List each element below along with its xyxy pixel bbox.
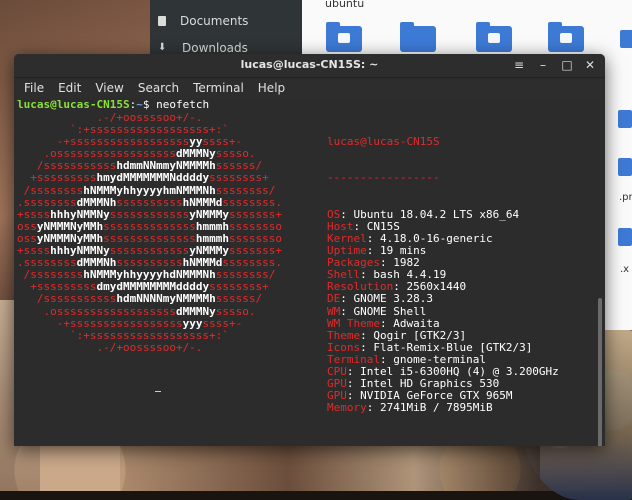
- maximize-button[interactable]: □: [558, 56, 576, 74]
- file-icon[interactable]: [618, 228, 632, 246]
- menu-search[interactable]: Search: [138, 81, 179, 95]
- wallpaper-art: [120, 440, 540, 491]
- info-value: Adwaita: [393, 316, 440, 330]
- info-label: Host: [327, 219, 354, 233]
- logo-line: .ossssssssssssssssssdMMMNysssso.: [17, 304, 256, 318]
- minimize-button[interactable]: –: [534, 56, 552, 74]
- info-label: Packages: [327, 256, 380, 270]
- template-icon: [488, 33, 500, 43]
- info-label: WM Theme: [327, 316, 380, 330]
- info-value: gnome-terminal: [393, 352, 486, 366]
- sidebar-item-documents[interactable]: Documents: [158, 14, 248, 28]
- terminal-screen[interactable]: lucas@lucas-CN15S:~$ neofetch .-/+oossss…: [14, 98, 605, 446]
- file-label: .x: [620, 264, 630, 275]
- info-value: NVIDIA GeForce GTX 965M: [360, 389, 513, 403]
- info-rule: -----------------: [327, 171, 440, 185]
- file-icon[interactable]: [618, 158, 632, 176]
- text-cursor: [155, 391, 161, 392]
- command-prompt: lucas@lucas-CN15S:~$ neofetch: [17, 98, 210, 111]
- sidebar-item-label: Documents: [180, 14, 249, 28]
- info-value: 2741MiB / 7895MiB: [380, 401, 493, 415]
- info-value: 2560x1440: [406, 280, 467, 294]
- info-label: DE: [327, 292, 341, 306]
- info-header: lucas@lucas-CN15S: [327, 135, 440, 149]
- menu-bar: File Edit View Search Terminal Help: [14, 78, 605, 98]
- folder-icon[interactable]: [326, 22, 362, 52]
- prompt-command: neofetch: [156, 98, 210, 111]
- info-value: GNOME 3.28.3: [353, 292, 433, 306]
- logo-line: /ssssssssssshdmNNNNmyNMMMMhssssss/: [17, 292, 263, 306]
- info-label: Uptime: [327, 244, 367, 258]
- prompt-path: ~: [136, 98, 143, 111]
- info-value: Ubuntu 18.04.2 LTS x86_64: [353, 207, 520, 221]
- info-label: Resolution: [327, 280, 394, 294]
- info-value: Intel i5-6300HQ (4) @ 3.200GHz: [360, 364, 559, 378]
- sidebar-item-label: Downloads: [182, 41, 248, 55]
- info-label: Shell: [327, 268, 361, 282]
- info-value: Qogir [GTK2/3]: [373, 328, 467, 342]
- menu-file[interactable]: File: [24, 81, 44, 95]
- info-label: GPU: [327, 389, 347, 403]
- ubuntu-ascii-logo: .-/+oossssoo+/-. `:+ssssssssssssssssss+:…: [17, 111, 282, 354]
- info-value: bash 4.4.19: [373, 268, 447, 282]
- sidebar-item-downloads[interactable]: ⬇ Downloads: [158, 41, 248, 55]
- logo-line: /sssssssshNMMMyhhyyyyhmNMMMNhssssssss/: [17, 183, 276, 197]
- file-icon[interactable]: [618, 110, 632, 128]
- logo-line: -+sssssssssssssssssyyyssss+-: [17, 316, 243, 330]
- prompt-symbol: $: [142, 98, 157, 111]
- folder-icon[interactable]: [400, 22, 436, 52]
- system-info: lucas@lucas-CN15S ----------------- OS: …: [327, 112, 559, 439]
- scrollbar[interactable]: [598, 298, 602, 446]
- terminal-window: lucas@lucas-CN15S: ~ ≡ – □ ✕ File Edit V…: [14, 54, 605, 446]
- folder-icon[interactable]: [620, 30, 632, 48]
- info-label: Memory: [327, 401, 367, 415]
- info-label: Terminal: [327, 352, 380, 366]
- video-icon: [560, 33, 572, 43]
- folder-title: ubuntu: [325, 0, 365, 10]
- logo-line: `:+ssssssssssssssssss+:`: [17, 328, 229, 342]
- info-value: GNOME Shell: [353, 304, 427, 318]
- close-button[interactable]: ✕: [581, 56, 599, 74]
- prompt-user: lucas@lucas-CN15S: [17, 98, 130, 111]
- menu-view[interactable]: View: [95, 81, 123, 95]
- info-value: 4.18.0-16-generic: [380, 231, 493, 245]
- info-value: Intel HD Graphics 530: [360, 377, 500, 391]
- people-icon: [338, 33, 350, 43]
- hamburger-menu-button[interactable]: ≡: [510, 56, 528, 74]
- info-label: CPU: [327, 364, 347, 378]
- folder-icon[interactable]: [548, 22, 584, 52]
- info-row: Memory: 2741MiB / 7895MiB: [327, 401, 493, 415]
- info-value: 1982: [393, 256, 420, 270]
- info-value: Flat-Remix-Blue [GTK2/3]: [373, 340, 533, 354]
- info-label: Icons: [327, 340, 361, 354]
- logo-line: .-/+oossssoo+/-.: [17, 340, 203, 354]
- menu-help[interactable]: Help: [258, 81, 285, 95]
- info-value: CN15S: [366, 219, 400, 233]
- title-bar[interactable]: lucas@lucas-CN15S: ~ ≡ – □ ✕: [14, 54, 605, 78]
- file-label: .pr: [619, 192, 632, 203]
- folder-icon[interactable]: [476, 22, 512, 52]
- menu-edit[interactable]: Edit: [58, 81, 81, 95]
- info-value: 19 mins: [380, 244, 427, 258]
- info-label: Theme: [327, 328, 361, 342]
- info-label: OS: [327, 207, 341, 221]
- download-icon: ⬇: [158, 42, 167, 53]
- info-label: WM: [327, 304, 341, 318]
- document-icon: [158, 16, 166, 26]
- menu-terminal[interactable]: Terminal: [193, 81, 244, 95]
- info-label: GPU: [327, 377, 347, 391]
- info-label: Kernel: [327, 231, 367, 245]
